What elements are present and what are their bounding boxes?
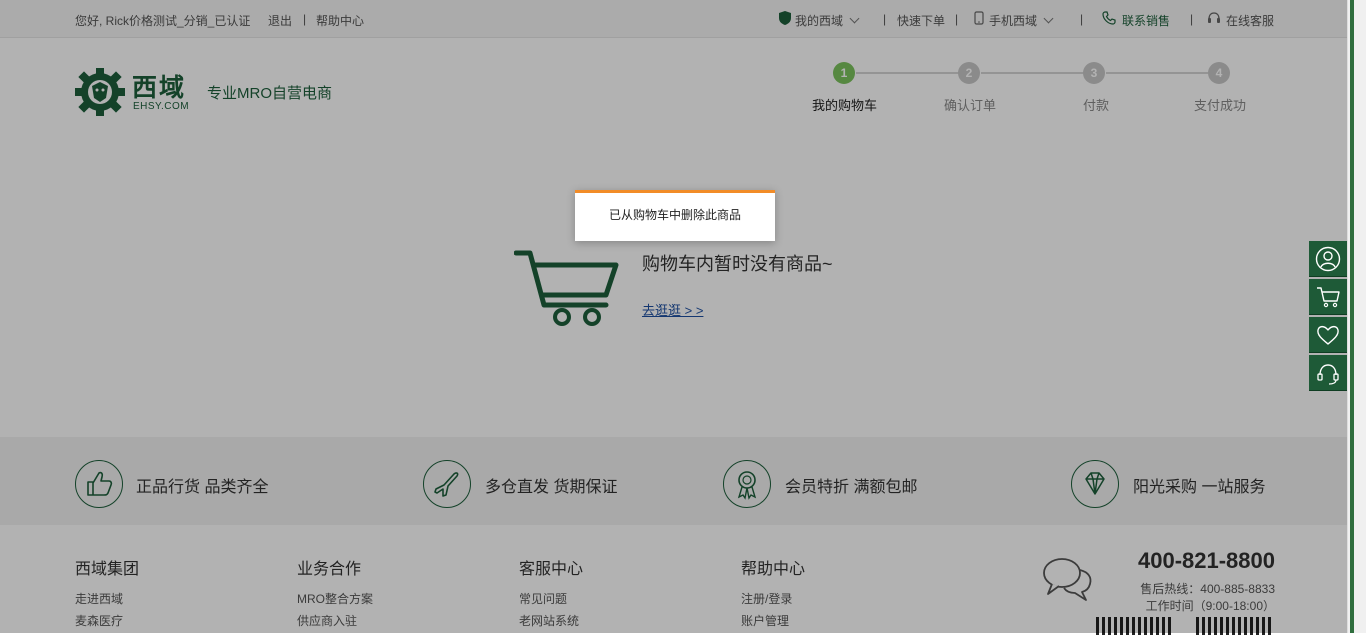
sidebar-cart-button[interactable] <box>1309 279 1347 315</box>
toast-notification: 已从购物车中删除此商品 <box>575 190 775 241</box>
sidebar-favorites-button[interactable] <box>1309 317 1347 353</box>
sidebar-user-button[interactable] <box>1309 241 1347 277</box>
heart-icon <box>1317 325 1339 345</box>
headset-icon <box>1317 364 1339 385</box>
user-icon <box>1315 246 1341 272</box>
cart-icon <box>1317 287 1340 308</box>
sidebar-service-button[interactable] <box>1309 355 1347 391</box>
modal-overlay[interactable] <box>0 0 1347 633</box>
scrollbar-thumb[interactable] <box>1350 0 1354 633</box>
toast-message: 已从购物车中删除此商品 <box>608 208 741 222</box>
